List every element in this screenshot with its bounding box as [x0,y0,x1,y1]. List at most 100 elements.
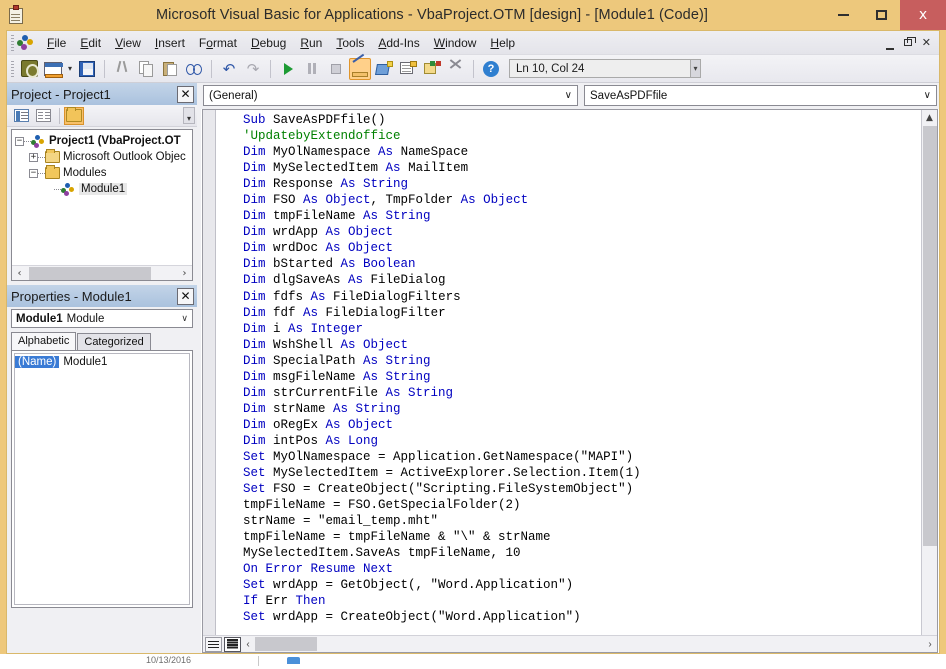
scroll-left-icon[interactable]: ‹ [241,637,255,652]
code-token: wrdDoc [266,241,326,255]
tree-item-3[interactable]: Module1 [15,181,192,197]
toolbar-overflow-button[interactable]: ▾ [691,59,701,78]
properties-window-icon[interactable] [397,58,419,80]
procedure-combo[interactable]: SaveAsPDFfile ∨ [584,85,937,106]
project-tree[interactable]: −Project1 (VbaProject.OT+Microsoft Outlo… [11,129,193,281]
vscroll-thumb[interactable] [923,126,937,546]
scroll-up-icon[interactable]: ▲ [922,110,937,125]
scroll-left-icon[interactable]: ‹ [12,266,27,280]
project-explorer-icon[interactable] [373,58,395,80]
object-combo-value: (General) [209,90,258,102]
menu-item-run[interactable]: Run [293,33,329,53]
chevron-down-icon[interactable]: ∨ [565,90,572,101]
help-icon[interactable]: ? [480,58,502,80]
minimize-button[interactable] [824,0,862,30]
mdi-restore-button[interactable] [904,38,912,49]
tab-categorized[interactable]: Categorized [77,333,150,350]
menu-item-window[interactable]: Window [427,33,484,53]
tree-item-2[interactable]: −Modules [15,165,192,181]
menu-item-add-ins[interactable]: Add-Ins [371,33,426,53]
object-browser-icon[interactable] [421,58,443,80]
menu-item-file[interactable]: File [40,33,73,53]
view-code-icon[interactable] [11,107,31,125]
mdi-close-button[interactable]: ✕ [922,38,931,49]
menu-item-view[interactable]: View [108,33,148,53]
toolbox-icon[interactable] [445,58,467,80]
tab-alphabetic[interactable]: Alphabetic [11,332,76,350]
menu-item-insert[interactable]: Insert [148,33,192,53]
code-hscroll-track[interactable] [255,637,923,651]
mdi-minimize-button[interactable] [886,38,894,49]
code-line: Set MySelectedItem = ActiveExplorer.Sele… [216,465,921,481]
maximize-button[interactable] [862,0,900,30]
code-token: As [311,290,326,304]
reset-icon[interactable] [325,58,347,80]
chevron-down-icon[interactable]: ∨ [181,313,188,324]
code-token: Dim [243,145,266,159]
menu-item-debug[interactable]: Debug [244,33,293,53]
code-token: Dim [243,322,266,336]
expand-icon[interactable]: + [29,153,38,162]
code-line: tmpFileName = tmpFileName & "\" & strNam… [216,529,921,545]
full-module-view-button[interactable] [224,637,241,652]
code-token: FileDialogFilter [318,306,446,320]
table-row[interactable]: (Name) Module1 [15,354,189,370]
properties-grid[interactable]: (Name) Module1 [11,350,193,608]
properties-close-button[interactable]: ✕ [177,288,194,305]
pe-overflow-button[interactable]: ▾ [183,107,195,124]
code-line: Dim dlgSaveAs As FileDialog [216,272,921,288]
properties-tabs: Alphabetic Categorized [11,332,193,350]
project-explorer-close-button[interactable]: ✕ [177,86,194,103]
property-value-cell[interactable]: Module1 [59,356,107,368]
cut-icon[interactable] [111,58,133,80]
find-icon[interactable] [183,58,205,80]
menu-item-edit[interactable]: Edit [73,33,108,53]
copy-icon[interactable] [135,58,157,80]
taskbar-app-icon[interactable] [287,657,300,664]
tree-item-1[interactable]: +Microsoft Outlook Objec [15,149,192,165]
toolbar-grip[interactable] [11,61,14,77]
menu-item-help[interactable]: Help [483,33,522,53]
code-hscroll-thumb[interactable] [255,637,317,651]
tree-item-0[interactable]: −Project1 (VbaProject.OT [15,133,192,149]
project-tree-hscrollbar[interactable]: ‹ › [12,265,192,280]
code-vscrollbar[interactable]: ▲ [921,110,937,635]
properties-object-combo[interactable]: Module1 Module ∨ [11,309,193,328]
insert-dropdown-arrow[interactable]: ▾ [65,64,75,73]
close-icon: x [919,8,927,22]
procedure-view-button[interactable] [205,637,222,652]
code-token: 'UpdatebyExtendoffice [243,129,401,143]
chevron-down-icon[interactable]: ∨ [924,90,931,101]
cursor-position-indicator: Ln 10, Col 24 [509,59,691,78]
run-icon[interactable] [277,58,299,80]
vba-editor-window: Microsoft Visual Basic for Applications … [0,0,946,669]
code-line: On Error Resume Next [216,561,921,577]
view-outlook-icon[interactable] [18,58,40,80]
menu-item-tools[interactable]: Tools [329,33,371,53]
collapse-icon[interactable]: − [15,137,24,146]
close-button[interactable]: x [900,0,946,30]
object-combo[interactable]: (General) ∨ [203,85,578,106]
insert-userform-icon[interactable] [42,58,64,80]
save-icon[interactable] [76,58,98,80]
design-mode-icon[interactable] [349,58,371,80]
hscroll-thumb[interactable] [29,267,151,280]
scroll-right-icon[interactable]: › [177,266,192,280]
scroll-right-icon[interactable]: › [923,637,937,652]
code-editor[interactable]: Sub SaveAsPDFfile()'UpdatebyExtendoffice… [202,109,938,653]
code-indicator-margin[interactable] [203,110,216,635]
mdi-child-controls: ✕ [886,31,935,55]
properties-object-name: Module1 [16,313,63,325]
view-object-icon[interactable] [33,107,53,125]
redo-icon[interactable]: ↷ [242,58,264,80]
undo-icon[interactable]: ↶ [218,58,240,80]
toggle-folders-icon[interactable] [64,107,84,125]
collapse-icon[interactable]: − [29,169,38,178]
menu-item-format[interactable]: Format [192,33,244,53]
hscroll-track[interactable] [27,267,177,280]
code-token: FSO = CreateObject("Scripting.FileSystem… [266,482,634,496]
break-icon[interactable] [301,58,323,80]
code-text[interactable]: Sub SaveAsPDFfile()'UpdatebyExtendoffice… [216,110,921,635]
paste-icon[interactable] [159,58,181,80]
menu-grip[interactable] [11,35,14,51]
